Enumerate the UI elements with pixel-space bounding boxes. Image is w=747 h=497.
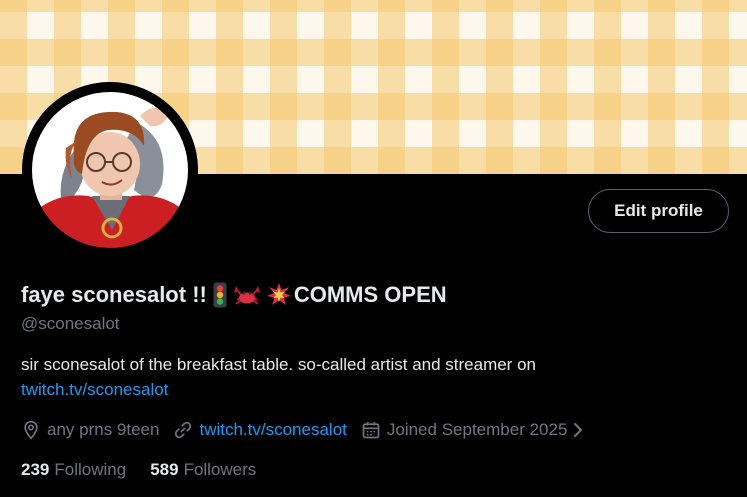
display-name-row: faye sconesalot !! COMMS OPEN [21, 279, 447, 311]
traffic-light-emoji [213, 282, 227, 308]
calendar-icon [361, 420, 381, 440]
following-count: 239 [21, 460, 50, 479]
profile-meta: any prns 9teen twitch.tv/sconesalot Join… [21, 417, 585, 443]
profile-stats: 239 Following 589 Followers [21, 457, 256, 483]
edit-profile-button[interactable]: Edit profile [588, 189, 729, 233]
profile-bio: sir sconesalot of the breakfast table. s… [21, 352, 721, 402]
bio-text: sir sconesalot of the breakfast table. s… [21, 355, 536, 374]
display-name: faye sconesalot !! [21, 282, 207, 307]
chevron-right-icon [571, 420, 585, 440]
following-label: Following [54, 460, 127, 479]
location-text: any prns 9teen [47, 420, 160, 439]
avatar-illustration [22, 82, 198, 258]
comms-status-text: COMMS OPEN [293, 282, 447, 307]
website-item: twitch.tv/sconesalot [173, 420, 347, 440]
following-link[interactable]: 239 Following [21, 460, 126, 480]
profile-handle: @sconesalot [21, 314, 120, 333]
joined-item[interactable]: Joined September 2025 [361, 420, 586, 440]
followers-count: 589 [150, 460, 179, 479]
followers-link[interactable]: 589 Followers [150, 460, 256, 480]
website-link[interactable]: twitch.tv/sconesalot [199, 420, 346, 440]
crab-emoji [233, 283, 261, 307]
followers-label: Followers [183, 460, 257, 479]
link-icon [173, 420, 193, 440]
collision-emoji [266, 283, 291, 307]
location-pin-icon [21, 420, 41, 440]
location-item: any prns 9teen [21, 420, 159, 440]
profile-avatar[interactable] [22, 82, 198, 258]
bio-link[interactable]: twitch.tv/sconesalot [21, 380, 168, 399]
joined-text: Joined September 2025 [386, 420, 568, 439]
